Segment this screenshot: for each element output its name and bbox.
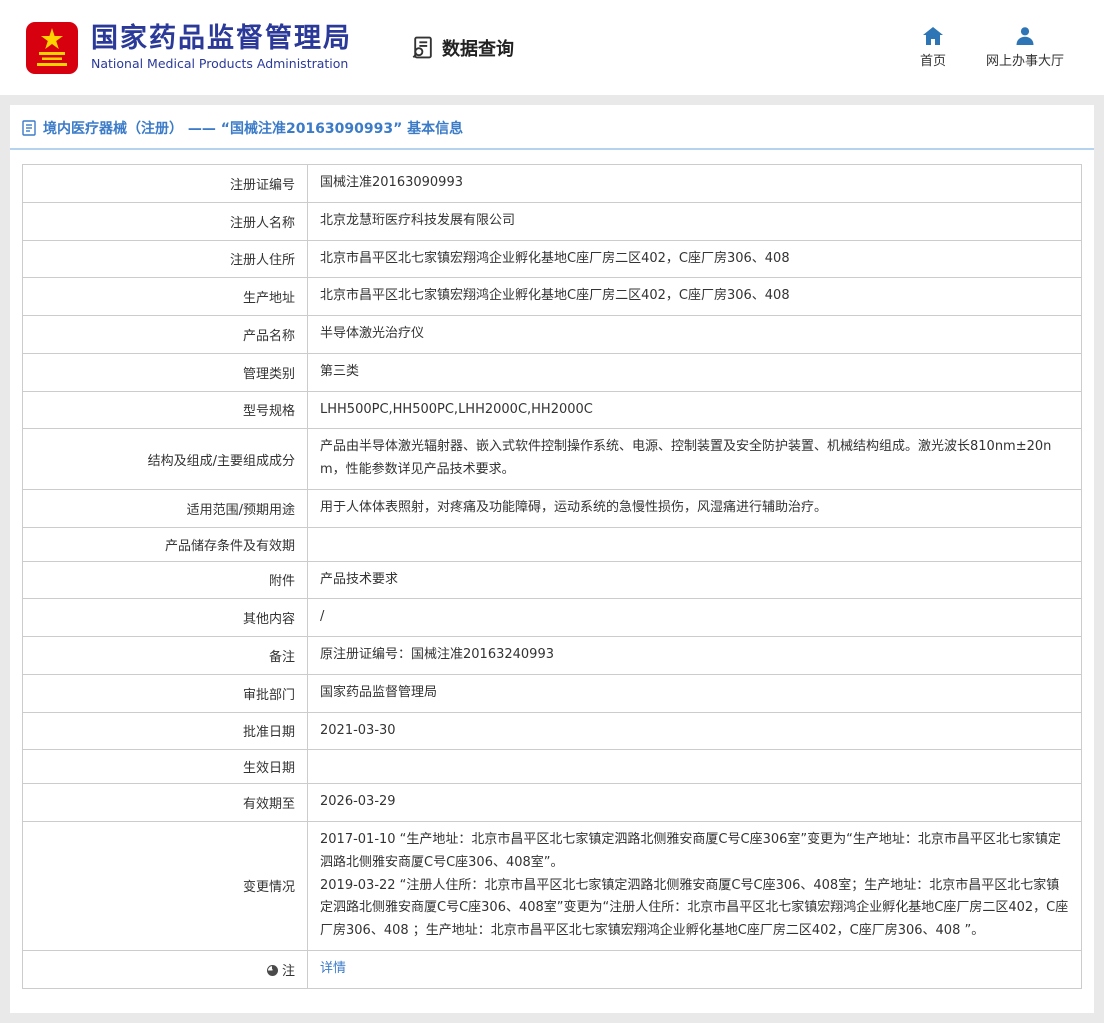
nav-home[interactable]: 首页 xyxy=(920,27,946,69)
table-row: 生产地址 北京市昌平区北七家镇宏翔鸿企业孵化基地C座厂房二区402，C座厂房30… xyxy=(23,278,1082,316)
table-row: 型号规格 LHH500PC,HH500PC,LHH2000C,HH2000C xyxy=(23,391,1082,429)
org-name-en: National Medical Products Administration xyxy=(91,56,352,71)
row-value: 用于人体体表照射，对疼痛及功能障碍，运动系统的急慢性损伤，风湿痛进行辅助治疗。 xyxy=(308,489,1082,527)
data-search-icon xyxy=(410,35,435,60)
row-value: 北京龙慧珩医疗科技发展有限公司 xyxy=(308,202,1082,240)
row-value: 原注册证编号：国械注准20163240993 xyxy=(308,637,1082,675)
row-value: 2026-03-29 xyxy=(308,784,1082,822)
row-value: 第三类 xyxy=(308,353,1082,391)
row-label: 附件 xyxy=(269,574,295,589)
row-value xyxy=(308,527,1082,561)
row-label: 变更情况 xyxy=(243,880,295,895)
table-row: 附件 产品技术要求 xyxy=(23,561,1082,599)
nav-home-label: 首页 xyxy=(920,50,946,69)
table-row: 注册证编号 国械注准20163090993 xyxy=(23,165,1082,203)
row-value: 产品技术要求 xyxy=(308,561,1082,599)
table-row: 适用范围/预期用途 用于人体体表照射，对疼痛及功能障碍，运动系统的急慢性损伤，风… xyxy=(23,489,1082,527)
table-row: 其他内容 / xyxy=(23,599,1082,637)
table-row: 生效日期 xyxy=(23,750,1082,784)
info-table: 注册证编号 国械注准20163090993 注册人名称 北京龙慧珩医疗科技发展有… xyxy=(22,164,1082,989)
row-value: 产品由半导体激光辐射器、嵌入式软件控制操作系统、电源、控制装置及安全防护装置、机… xyxy=(308,429,1082,490)
row-label: 其他内容 xyxy=(243,612,295,627)
org-name-cn: 国家药品监督管理局 xyxy=(91,24,352,54)
document-icon xyxy=(22,120,36,136)
table-row: 有效期至 2026-03-29 xyxy=(23,784,1082,822)
row-value: 半导体激光治疗仪 xyxy=(308,316,1082,354)
row-value: 北京市昌平区北七家镇宏翔鸿企业孵化基地C座厂房二区402，C座厂房306、408 xyxy=(308,240,1082,278)
nav-service-hall[interactable]: 网上办事大厅 xyxy=(986,27,1064,69)
table-row: 产品储存条件及有效期 xyxy=(23,527,1082,561)
nmpa-logo[interactable]: 国家药品监督管理局 National Medical Products Admi… xyxy=(25,21,352,75)
row-value: LHH500PC,HH500PC,LHH2000C,HH2000C xyxy=(308,391,1082,429)
row-value: 详情 xyxy=(308,950,1082,988)
table-row: 产品名称 半导体激光治疗仪 xyxy=(23,316,1082,354)
table-row: 审批部门 国家药品监督管理局 xyxy=(23,674,1082,712)
table-row: 变更情况 2017-01-10 “生产地址：北京市昌平区北七家镇定泗路北侧雅安商… xyxy=(23,822,1082,951)
row-value: 国家药品监督管理局 xyxy=(308,674,1082,712)
table-row: 批准日期 2021-03-30 xyxy=(23,712,1082,750)
person-icon xyxy=(1015,27,1035,45)
row-value: 2021-03-30 xyxy=(308,712,1082,750)
row-value: 北京市昌平区北七家镇宏翔鸿企业孵化基地C座厂房二区402，C座厂房306、408 xyxy=(308,278,1082,316)
row-label: 结构及组成/主要组成成分 xyxy=(148,454,295,469)
row-label: 适用范围/预期用途 xyxy=(187,503,295,518)
table-row: 注册人住所 北京市昌平区北七家镇宏翔鸿企业孵化基地C座厂房二区402，C座厂房3… xyxy=(23,240,1082,278)
row-label: 型号规格 xyxy=(243,404,295,419)
row-label: 注册人名称 xyxy=(230,216,295,231)
table-row: 备注 原注册证编号：国械注准20163240993 xyxy=(23,637,1082,675)
row-label: 注 xyxy=(282,964,295,979)
table-row: 注册人名称 北京龙慧珩医疗科技发展有限公司 xyxy=(23,202,1082,240)
row-label: 有效期至 xyxy=(243,797,295,812)
row-label: 批准日期 xyxy=(243,725,295,740)
note-circle-icon xyxy=(267,965,278,976)
china-national-emblem-icon xyxy=(25,21,79,75)
breadcrumb-text: 境内医疗器械（注册） —— “国械注准20163090993” 基本信息 xyxy=(43,118,463,138)
row-label: 审批部门 xyxy=(243,688,295,703)
table-row: 管理类别 第三类 xyxy=(23,353,1082,391)
row-label: 产品储存条件及有效期 xyxy=(165,539,295,554)
content-area: 境内医疗器械（注册） —— “国械注准20163090993” 基本信息 注册证… xyxy=(0,95,1104,1023)
row-label: 生产地址 xyxy=(243,291,295,306)
section-title-label: 数据查询 xyxy=(442,35,514,61)
page: 国家药品监督管理局 National Medical Products Admi… xyxy=(0,0,1104,1023)
org-names: 国家药品监督管理局 National Medical Products Admi… xyxy=(91,24,352,72)
info-table-body: 注册证编号 国械注准20163090993 注册人名称 北京龙慧珩医疗科技发展有… xyxy=(23,165,1082,989)
row-label: 生效日期 xyxy=(243,761,295,776)
row-label: 备注 xyxy=(269,650,295,665)
row-label: 注册人住所 xyxy=(230,253,295,268)
row-value: / xyxy=(308,599,1082,637)
detail-link[interactable]: 详情 xyxy=(320,961,346,976)
row-value: 国械注准20163090993 xyxy=(308,165,1082,203)
data-query-section: 数据查询 xyxy=(410,35,514,61)
breadcrumb: 境内医疗器械（注册） —— “国械注准20163090993” 基本信息 xyxy=(10,105,1094,150)
site-header: 国家药品监督管理局 National Medical Products Admi… xyxy=(0,0,1104,95)
home-icon xyxy=(923,27,943,45)
row-label: 产品名称 xyxy=(243,329,295,344)
row-label: 注册证编号 xyxy=(230,178,295,193)
row-value: 2017-01-10 “生产地址：北京市昌平区北七家镇定泗路北侧雅安商厦C号C座… xyxy=(308,822,1082,951)
info-panel: 境内医疗器械（注册） —— “国械注准20163090993” 基本信息 注册证… xyxy=(10,105,1094,1013)
row-value xyxy=(308,750,1082,784)
nav-service-hall-label: 网上办事大厅 xyxy=(986,50,1064,69)
table-row: 结构及组成/主要组成成分 产品由半导体激光辐射器、嵌入式软件控制操作系统、电源、… xyxy=(23,429,1082,490)
row-label: 管理类别 xyxy=(243,367,295,382)
table-row: 注 详情 xyxy=(23,950,1082,988)
header-nav: 首页 网上办事大厅 xyxy=(920,27,1064,69)
